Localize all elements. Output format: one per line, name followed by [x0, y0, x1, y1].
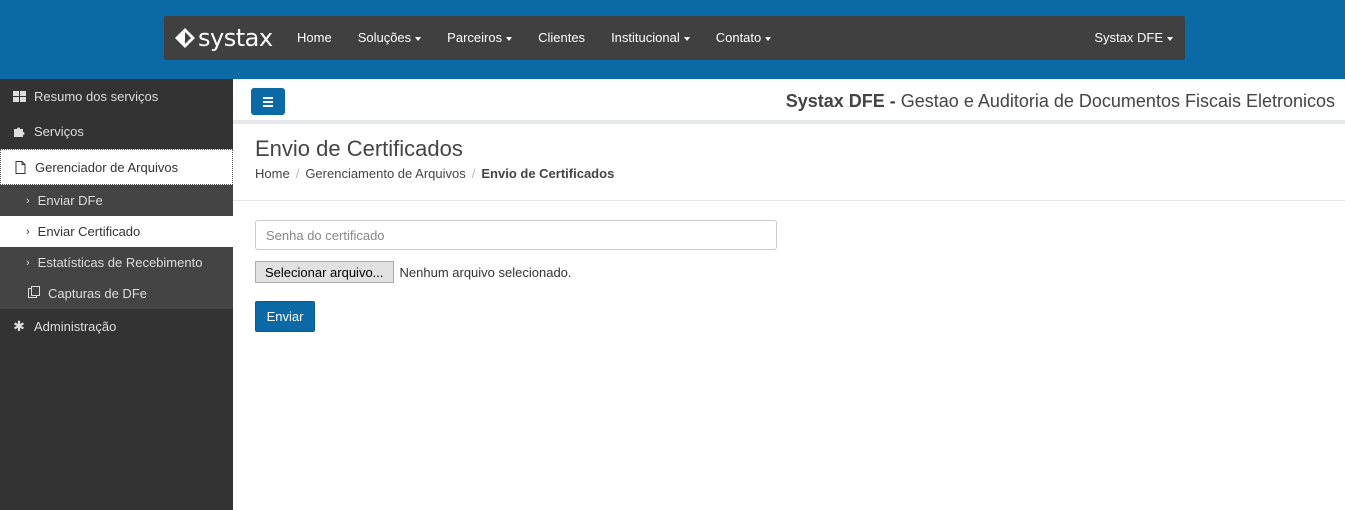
- nav-contato[interactable]: Contato: [703, 16, 785, 60]
- page-header: Envio de Certificados Home / Gerenciamento…: [233, 124, 1345, 201]
- content-header-bar: Systax DFE - Gestao e Auditoria de Docum…: [233, 79, 1345, 124]
- asterisk-icon: ✱: [13, 318, 25, 334]
- nav-solucoes-label: Soluções: [357, 30, 412, 45]
- chevron-right-icon: ›: [26, 194, 30, 207]
- breadcrumb: Home / Gerenciamento de Arquivos / Envio de …: [255, 166, 614, 181]
- logo-diamond-icon: [175, 28, 195, 48]
- breadcrumb-current: Envio de Certificados: [481, 166, 615, 181]
- nav-home[interactable]: Home: [284, 16, 345, 60]
- nav-solucoes[interactable]: Soluções: [345, 16, 434, 60]
- hamburger-icon-bar: [263, 100, 273, 103]
- sidebar-subitem-label: Enviar DFe: [37, 193, 103, 208]
- breadcrumb-gerenciamento[interactable]: Gerenciamento de Arquivos: [305, 166, 465, 181]
- page-title: Envio de Certificados: [255, 136, 463, 161]
- file-picker: Selecionar arquivo... Nenhum arquivo sel…: [255, 261, 572, 283]
- hamburger-icon-bar: [263, 96, 273, 99]
- nav-parceiros[interactable]: Parceiros: [434, 16, 525, 60]
- sidebar-subitem-capturas[interactable]: Capturas de DFe: [0, 278, 233, 309]
- nav-clientes-label: Clientes: [538, 30, 586, 45]
- breadcrumb-separator: /: [295, 166, 300, 181]
- certificate-password-input[interactable]: [255, 220, 777, 250]
- sidebar-subitem-label: Estatísticas de Recebimento: [37, 255, 203, 270]
- nav-institucional[interactable]: Institucional: [598, 16, 703, 60]
- sidebar-item-label: Administração: [34, 319, 117, 334]
- sidebar-item-label: Resumo dos serviços: [34, 89, 159, 104]
- sidebar-item-resumo[interactable]: Resumo dos serviços: [0, 79, 233, 114]
- sidebar: Resumo dos serviços Serviços Gerenciador…: [0, 79, 233, 510]
- sidebar-subitem-enviar-dfe[interactable]: › Enviar DFe: [0, 185, 233, 216]
- account-menu-label: Systax DFE: [1094, 30, 1163, 45]
- nav-home-label: Home: [297, 30, 332, 45]
- caret-down-icon: [765, 36, 772, 41]
- nav-clientes[interactable]: Clientes: [525, 16, 598, 60]
- hamburger-icon-bar: [263, 104, 273, 107]
- systax-logo[interactable]: systax: [174, 24, 273, 52]
- file-status-text: Nenhum arquivo selecionado.: [399, 264, 572, 280]
- sidebar-subitem-enviar-certificado[interactable]: › Enviar Certificado: [0, 216, 233, 247]
- caret-down-icon: [506, 36, 513, 41]
- breadcrumb-home[interactable]: Home: [255, 166, 290, 181]
- chevron-right-icon: ›: [26, 256, 30, 269]
- file-icon: [13, 160, 27, 174]
- logo-text: systax: [198, 24, 273, 52]
- account-menu[interactable]: Systax DFE: [1094, 16, 1173, 60]
- main-navbar: systax Home Soluções Parceiros Clientes …: [164, 16, 1185, 60]
- nav-institucional-label: Institucional: [611, 30, 680, 45]
- sidebar-item-administracao[interactable]: ✱ Administração: [0, 309, 233, 344]
- sidebar-item-label: Gerenciador de Arquivos: [35, 159, 179, 175]
- sidebar-subitem-label: Capturas de DFe: [48, 286, 147, 301]
- sidebar-item-gerenciador[interactable]: Gerenciador de Arquivos: [0, 149, 233, 185]
- caret-down-icon: [415, 36, 422, 41]
- submit-button[interactable]: Enviar: [255, 301, 315, 332]
- dashboard-icon: [12, 90, 26, 104]
- sidebar-subitem-estatisticas[interactable]: › Estatísticas de Recebimento: [0, 247, 233, 278]
- breadcrumb-separator: /: [471, 166, 476, 181]
- nav-contato-label: Contato: [715, 30, 762, 45]
- top-band: systax Home Soluções Parceiros Clientes …: [0, 0, 1345, 79]
- caret-down-icon: [683, 36, 690, 41]
- puzzle-icon: [12, 125, 26, 139]
- menu-toggle-button[interactable]: [251, 88, 285, 115]
- sidebar-subitem-label: Enviar Certificado: [37, 224, 141, 239]
- app-title-rest: Gestao e Auditoria de Documentos Fiscais…: [895, 91, 1335, 111]
- select-file-button[interactable]: Selecionar arquivo...: [255, 261, 394, 283]
- sidebar-item-servicos[interactable]: Serviços: [0, 114, 233, 149]
- app-title: Systax DFE - Gestao e Auditoria de Docum…: [786, 91, 1335, 112]
- sidebar-item-label: Serviços: [34, 124, 84, 139]
- chevron-right-icon: ›: [26, 225, 30, 238]
- copy-icon: [28, 286, 40, 301]
- app-title-bold: Systax DFE -: [785, 91, 896, 111]
- caret-down-icon: [1167, 36, 1173, 41]
- nav-parceiros-label: Parceiros: [447, 30, 503, 45]
- nav-menu: Home Soluções Parceiros Clientes Institu…: [284, 16, 784, 60]
